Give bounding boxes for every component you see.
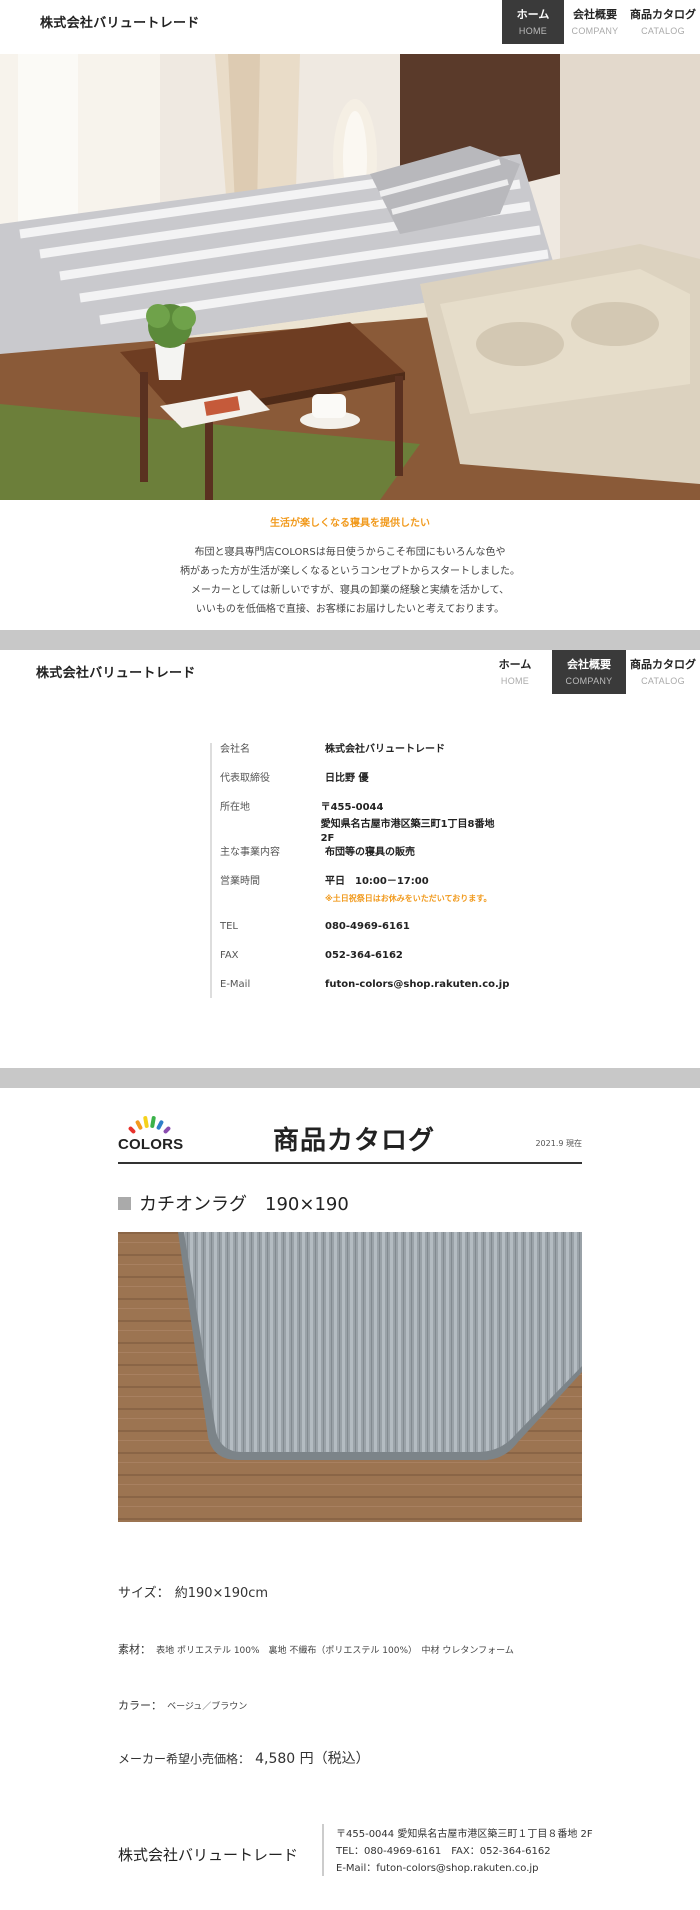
- spec-color-label: カラー：: [118, 1699, 162, 1712]
- hero-illustration: [0, 54, 700, 500]
- intro-line: いいものを低価格で直接、お客様にお届けしたいと考えております。: [195, 604, 505, 615]
- hero-bedroom-photo: [0, 54, 700, 500]
- nav-catalog[interactable]: 商品カタログ CATALOG: [626, 0, 700, 44]
- company-row: 主な事業内容 布団等の寝具の販売: [212, 846, 510, 875]
- footer-email[interactable]: E-Mail：futon-colors@shop.rakuten.co.jp: [336, 1860, 593, 1877]
- company-row-key: FAX: [220, 950, 239, 961]
- company-row-value: 080-4969-6161: [325, 921, 410, 932]
- company-row-key: E-Mail: [220, 979, 251, 990]
- company-row-key: 所在地: [220, 802, 250, 813]
- holiday-note: ※土日祝祭日はお休みをいただいております。: [325, 894, 492, 903]
- address: 愛知県名古屋市港区築三町1丁目8番地 2F: [320, 819, 505, 844]
- company-row: 会社名 株式会社バリュートレード: [212, 743, 510, 772]
- company-row-value: 布団等の寝具の販売: [325, 847, 415, 858]
- intro-body: 布団と寝具専門店COLORSは毎日使うからこそ布団にもいろんな色や 柄があった方…: [0, 543, 700, 619]
- company-row-key: 会社名: [220, 744, 250, 755]
- company-row: 所在地 〒455-0044 愛知県名古屋市港区築三町1丁目8番地 2F: [212, 801, 510, 846]
- product-title: カチオンラグ 190×190: [118, 1190, 349, 1216]
- company-row-key: 主な事業内容: [220, 847, 280, 858]
- nav-home-label: ホーム: [516, 8, 550, 21]
- company-row-value: 日比野 優: [325, 773, 369, 784]
- spec-color-value: ベージュ／ブラウン: [167, 1702, 248, 1712]
- catalog-title: 商品カタログ: [273, 1126, 436, 1156]
- intro-line: 布団と寝具専門店COLORSは毎日使うからこそ布団にもいろんな色や: [194, 547, 506, 558]
- company-row-key: TEL: [220, 921, 238, 932]
- company-row-value: 株式会社バリュートレード: [325, 744, 445, 755]
- spec-color: カラー： ベージュ／ブラウン: [118, 1694, 247, 1713]
- nav-home[interactable]: ホーム HOME: [478, 650, 552, 694]
- footer-tel-fax: TEL：080-4969-6161 FAX：052-364-6162: [336, 1846, 551, 1857]
- business-hours: 平日 10:00－17:00: [325, 876, 429, 887]
- nav-home-sublabel: HOME: [518, 26, 548, 36]
- intro-line: 柄があった方が生活が楽しくなるというコンセプトからスタートしました。: [180, 566, 520, 577]
- nav-home-sublabel: HOME: [500, 676, 530, 686]
- colors-logo-text: COLORS: [118, 1136, 184, 1153]
- nav-catalog-sublabel: CATALOG: [641, 676, 685, 686]
- intro-tagline: 生活が楽しくなる寝具を提供したい: [270, 518, 430, 529]
- spec-price: メーカー希望小売価格： 4,580 円（税込）: [118, 1748, 370, 1768]
- spec-price-label: メーカー希望小売価格：: [118, 1752, 251, 1766]
- company-row: FAX 052-364-6162: [212, 949, 510, 978]
- colors-logo-mark: [128, 1116, 171, 1134]
- section-divider: [0, 630, 700, 650]
- company-row: 営業時間 平日 10:00－17:00 ※土日祝祭日はお休みをいただいております…: [212, 875, 510, 920]
- main-nav: ホーム HOME 会社概要 COMPANY 商品カタログ CATALOG: [502, 0, 700, 44]
- section-divider: [0, 1068, 700, 1088]
- nav-catalog-label: 商品カタログ: [630, 8, 696, 21]
- site-footer: 株式会社バリュートレード 〒455-0044 愛知県名古屋市港区築三町１丁目８番…: [118, 1822, 618, 1878]
- nav-company-sublabel: COMPANY: [571, 26, 619, 36]
- colors-logo: COLORS: [118, 1112, 198, 1160]
- company-row-value: 平日 10:00－17:00 ※土日祝祭日はお休みをいただいております。: [325, 875, 492, 920]
- site-header-top: 株式会社バリュートレード ホーム HOME 会社概要 COMPANY 商品カタロ…: [0, 0, 700, 44]
- product-title-text: カチオンラグ 190×190: [139, 1194, 349, 1215]
- company-row-value: 052-364-6162: [325, 950, 403, 961]
- nav-home[interactable]: ホーム HOME: [502, 0, 564, 44]
- spec-material-value: 表地 ポリエステル 100% 裏地 不織布（ポリエステル 100%） 中材 ウレ…: [156, 1646, 514, 1656]
- spec-size-value: 約190×190cm: [174, 1586, 269, 1601]
- catalog-date: 2021.9 現在: [535, 1139, 582, 1148]
- catalog-header: COLORS 商品カタログ 2021.9 現在: [118, 1112, 582, 1164]
- intro-line: メーカーとしては新しいですが、寝具の卸業の経験と実績を活かして、: [190, 585, 510, 596]
- spec-material-label: 素材：: [118, 1643, 151, 1656]
- nav-catalog[interactable]: 商品カタログ CATALOG: [626, 650, 700, 694]
- company-info-table: 会社名 株式会社バリュートレード 代表取締役 日比野 優 所在地 〒455-00…: [210, 743, 510, 998]
- main-nav: ホーム HOME 会社概要 COMPANY 商品カタログ CATALOG: [478, 650, 700, 694]
- company-row: 代表取締役 日比野 優: [212, 772, 510, 801]
- company-row-value: 〒455-0044 愛知県名古屋市港区築三町1丁目8番地 2F: [321, 801, 510, 846]
- nav-company[interactable]: 会社概要 COMPANY: [552, 650, 626, 694]
- product-rug-photo: [118, 1232, 582, 1522]
- footer-address: 〒455-0044 愛知県名古屋市港区築三町１丁目８番地 2F: [336, 1829, 593, 1840]
- site-logo[interactable]: 株式会社バリュートレード: [36, 662, 196, 681]
- postal-code: 〒455-0044: [320, 802, 384, 813]
- nav-home-label: ホーム: [498, 658, 532, 671]
- footer-divider: [322, 1824, 324, 1876]
- nav-catalog-sublabel: CATALOG: [641, 26, 685, 36]
- nav-company-label: 会社概要: [573, 8, 617, 21]
- spec-size: サイズ： 約190×190cm: [118, 1582, 268, 1601]
- rug-illustration: [118, 1232, 582, 1522]
- nav-company-sublabel: COMPANY: [565, 676, 613, 686]
- site-logo[interactable]: 株式会社バリュートレード: [40, 12, 200, 31]
- nav-catalog-label: 商品カタログ: [630, 658, 696, 671]
- email-link[interactable]: futon-colors@shop.rakuten.co.jp: [325, 978, 509, 998]
- spec-size-label: サイズ：: [118, 1586, 170, 1601]
- company-row: E-Mail futon-colors@shop.rakuten.co.jp: [212, 978, 510, 998]
- footer-company-name: 株式会社バリュートレード: [118, 1846, 299, 1864]
- footer-contact: 〒455-0044 愛知県名古屋市港区築三町１丁目８番地 2F TEL：080-…: [336, 1826, 593, 1877]
- bullet-square-icon: [118, 1196, 131, 1210]
- site-header-company: 株式会社バリュートレード ホーム HOME 会社概要 COMPANY 商品カタロ…: [0, 650, 700, 694]
- nav-company-label: 会社概要: [567, 658, 611, 671]
- intro-section: 生活が楽しくなる寝具を提供したい 布団と寝具専門店COLORSは毎日使うからこそ…: [0, 514, 700, 619]
- company-row-key: 営業時間: [220, 876, 260, 887]
- spec-material: 素材： 表地 ポリエステル 100% 裏地 不織布（ポリエステル 100%） 中…: [118, 1638, 514, 1657]
- nav-company[interactable]: 会社概要 COMPANY: [564, 0, 626, 44]
- company-row: TEL 080-4969-6161: [212, 920, 510, 949]
- company-row-key: 代表取締役: [220, 773, 270, 784]
- spec-price-value: 4,580 円（税込）: [255, 1751, 370, 1767]
